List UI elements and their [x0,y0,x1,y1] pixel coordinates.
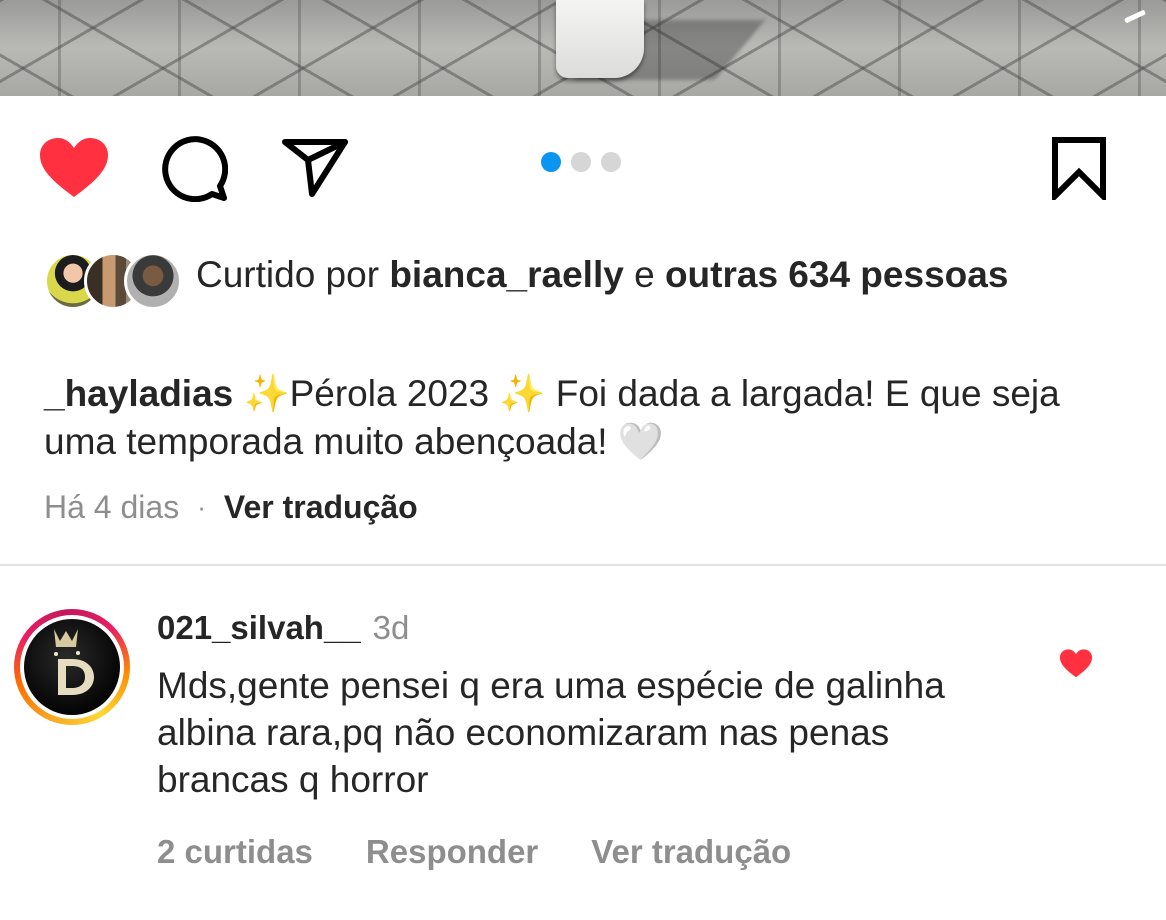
liker-username[interactable]: bianca_raelly [389,254,623,295]
post-caption: _hayladias ✨Pérola 2023 ✨ Foi dada a lar… [44,370,1124,466]
comment-header: 021_silvah__ 3d [157,606,409,650]
carousel-indicator [541,152,621,172]
carousel-dot [541,152,561,172]
translate-link[interactable]: Ver tradução [224,486,418,528]
comment-text: Mds,gente pensei q era uma espécie de ga… [157,665,945,800]
comment-likes[interactable]: 2 curtidas [157,830,313,874]
comment-time: 3d [372,609,410,646]
commenter-avatar[interactable] [14,609,130,725]
carousel-dot [601,152,621,172]
likes-text: Curtido por bianca_raelly e outras 634 p… [196,254,1009,295]
divider [0,564,1166,566]
likes-count[interactable]: outras 634 pessoas [665,254,1008,295]
bookmark-icon[interactable] [1050,136,1108,200]
avatar [124,252,182,310]
caption-username[interactable]: _hayladias [44,373,233,414]
comment-bubble-icon[interactable] [160,136,228,202]
commenter-username[interactable]: 021_silvah__ [157,609,361,646]
comment-translate-link[interactable]: Ver tradução [591,830,791,874]
post-time: Há 4 dias [44,489,180,525]
reply-button[interactable]: Responder [366,830,538,874]
post-meta: Há 4 dias · Ver tradução [44,486,418,528]
heart-filled-icon[interactable] [38,137,110,199]
post-image[interactable] [0,0,1166,96]
heart-filled-icon[interactable] [1059,648,1093,679]
paper-plane-icon[interactable] [282,138,348,198]
comment-actions: 2 curtidas Responder Ver tradução [157,830,844,874]
liker-avatars [44,252,182,310]
separator-dot: · [197,492,206,522]
carousel-dot [571,152,591,172]
letter-d-crown-image [54,629,94,695]
